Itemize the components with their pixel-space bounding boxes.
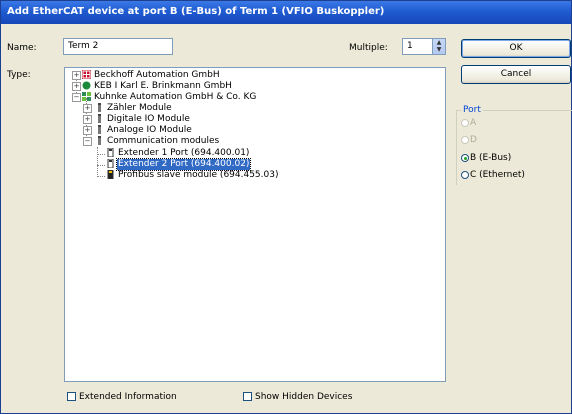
tree-item-label: KEB I Karl E. Brinkmann GmbH	[94, 81, 232, 91]
module-icon	[98, 125, 101, 134]
port-group-title: Port	[461, 105, 483, 115]
tree-item-label: Profibus slave module (694.455.03)	[118, 170, 279, 180]
tree-item-zaehler[interactable]: + Zähler Module	[65, 103, 445, 114]
device-icon	[107, 159, 114, 168]
extended-information-checkbox[interactable]	[67, 392, 76, 401]
module-icon	[98, 136, 101, 145]
collapse-icon[interactable]: −	[83, 137, 92, 146]
beckhoff-logo-icon	[82, 70, 91, 79]
spinner-icon[interactable]: ▲ ▼	[432, 39, 445, 54]
port-a-label: A	[470, 118, 477, 128]
extended-information-label: Extended Information	[79, 392, 177, 402]
cancel-button[interactable]: Cancel	[461, 65, 571, 84]
expand-icon[interactable]: +	[83, 104, 92, 113]
multiple-label: Multiple:	[349, 43, 388, 53]
port-b-label: B (E-Bus)	[470, 153, 512, 163]
port-group: Port A D B (E-Bus) C (Ethernet)	[456, 105, 572, 185]
tree-item-label: Extender 1 Port (694.400.01)	[118, 148, 250, 158]
module-icon	[98, 114, 101, 123]
tree-item-label: Zähler Module	[107, 103, 172, 113]
tree-item-extender-1[interactable]: Extender 1 Port (694.400.01)	[65, 148, 445, 159]
tree-item-label: Beckhoff Automation GmbH	[94, 70, 220, 80]
multiple-input[interactable]: 1 ▲ ▼	[402, 38, 446, 55]
name-label: Name:	[7, 43, 37, 53]
port-c-label: C (Ethernet)	[470, 170, 525, 180]
expand-icon[interactable]: +	[72, 71, 81, 80]
module-icon	[98, 103, 101, 112]
expand-icon[interactable]: +	[72, 82, 81, 91]
device-icon	[107, 170, 114, 179]
tree-item-keb[interactable]: + KEB I Karl E. Brinkmann GmbH	[65, 81, 445, 92]
name-input[interactable]: Term 2	[63, 38, 173, 55]
tree-item-label: Digitale IO Module	[107, 114, 190, 124]
collapse-icon[interactable]: −	[72, 93, 81, 102]
tree-item-label: Extender 2 Port (694.400.02)	[115, 158, 252, 171]
tree-item-label: Kuhnke Automation GmbH & Co. KG	[94, 92, 257, 102]
type-label: Type:	[7, 70, 31, 80]
ok-button[interactable]: OK	[461, 39, 571, 58]
tree-item-label: Analoge IO Module	[107, 125, 192, 135]
title-bar[interactable]: Add EtherCAT device at port B (E-Bus) of…	[1, 1, 571, 24]
tree-item-kuhnke[interactable]: − Kuhnke Automation GmbH & Co. KG	[65, 92, 445, 103]
kuhnke-logo-icon	[82, 92, 91, 101]
tree-item-extender-2[interactable]: Extender 2 Port (694.400.02)	[65, 158, 445, 171]
tree-item-profibus[interactable]: Profibus slave module (694.455.03)	[65, 170, 445, 181]
show-hidden-devices-checkbox[interactable]	[243, 392, 252, 401]
tree-item-beckhoff[interactable]: + Beckhoff Automation GmbH	[65, 70, 445, 81]
expand-icon[interactable]: +	[83, 115, 92, 124]
dialog-title: Add EtherCAT device at port B (E-Bus) of…	[7, 6, 385, 17]
port-d-label: D	[470, 135, 477, 145]
multiple-value: 1	[407, 41, 413, 51]
tree-item-label: Communication modules	[107, 136, 220, 146]
device-tree[interactable]: + Beckhoff Automation GmbH + KEB I Karl …	[64, 67, 446, 382]
port-a-radio[interactable]	[461, 119, 469, 127]
tree-item-communication[interactable]: − Communication modules	[65, 136, 445, 147]
tree-item-digitale[interactable]: + Digitale IO Module	[65, 114, 445, 125]
tree-item-analoge[interactable]: + Analoge IO Module	[65, 125, 445, 136]
add-device-dialog: Add EtherCAT device at port B (E-Bus) of…	[0, 0, 572, 414]
port-d-radio[interactable]	[461, 136, 469, 144]
port-c-radio[interactable]	[461, 171, 469, 179]
port-b-radio[interactable]	[461, 154, 469, 162]
expand-icon[interactable]: +	[83, 126, 92, 135]
keb-logo-icon	[82, 81, 91, 90]
show-hidden-devices-label: Show Hidden Devices	[255, 392, 353, 402]
device-icon	[107, 148, 114, 157]
